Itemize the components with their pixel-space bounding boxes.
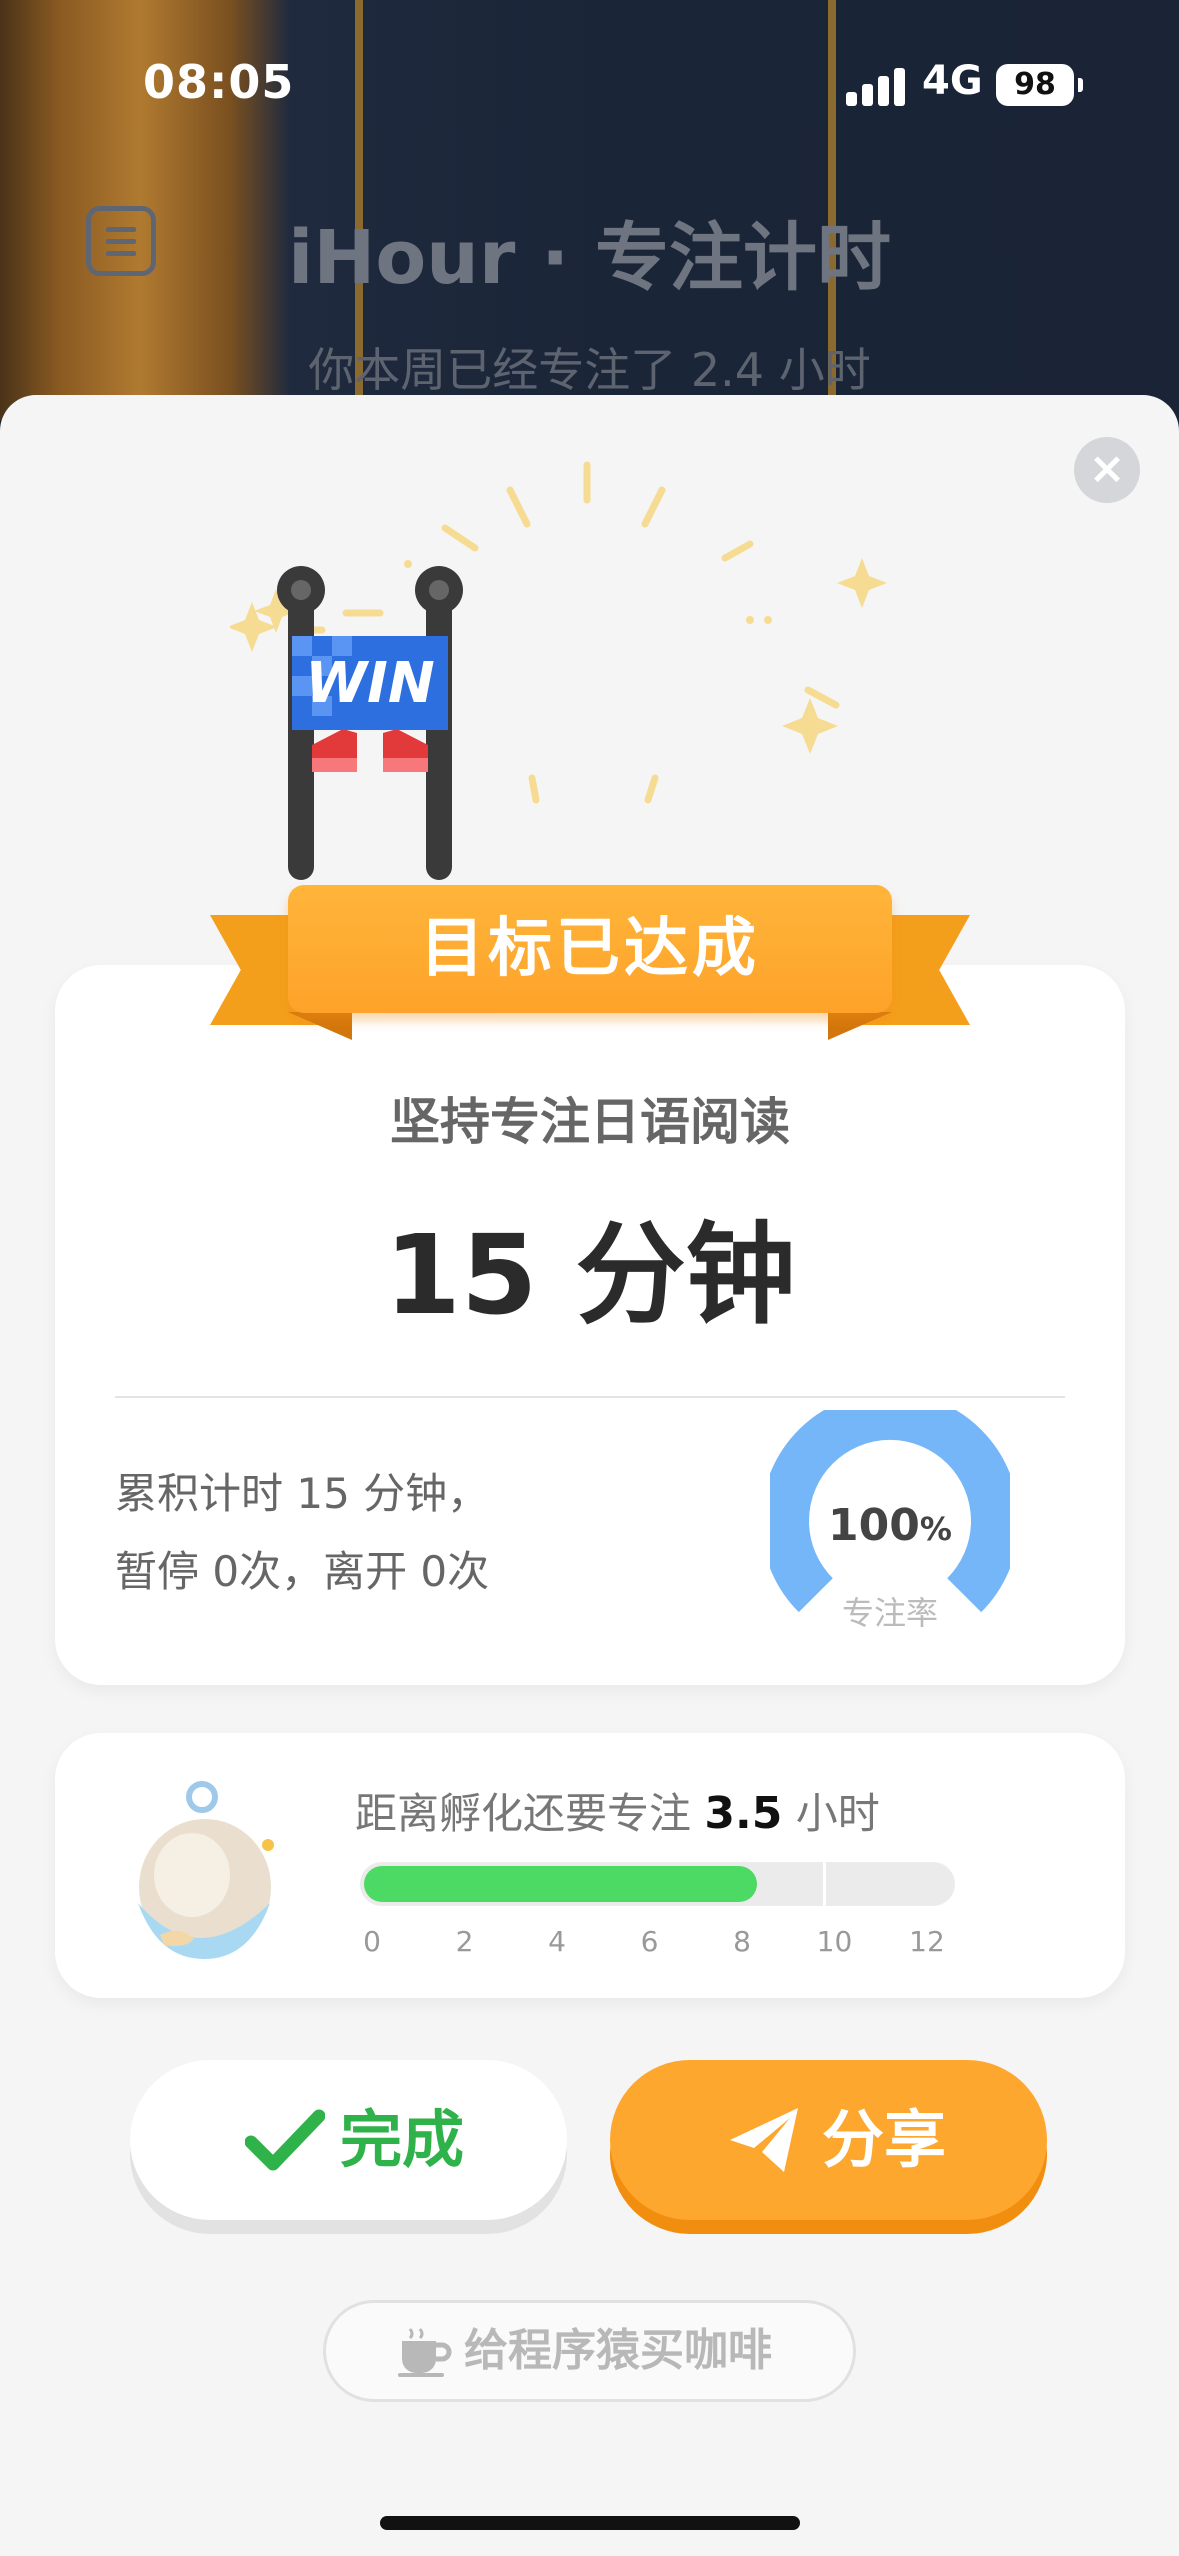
hatch-tick-label: 6 — [640, 1925, 659, 1958]
card-divider — [115, 1396, 1065, 1398]
hatch-tick-label: 2 — [455, 1925, 474, 1958]
status-bar: 08:05 4G 98 — [0, 0, 1179, 170]
battery-indicator: 98 — [996, 64, 1083, 106]
win-trophy-icon: WIN — [230, 461, 887, 880]
done-button[interactable]: 完成 — [130, 2060, 567, 2220]
buy-coffee-button[interactable]: 给程序猿买咖啡 — [323, 2300, 856, 2402]
close-icon: × — [1088, 443, 1126, 494]
task-name: 坚持专注日语阅读 — [390, 1093, 790, 1151]
session-stats: 累积计时 15 分钟， 暂停 0次，离开 0次 — [115, 1455, 489, 1611]
focus-rate-value: 100% — [828, 1500, 952, 1551]
status-time: 08:05 — [143, 55, 295, 109]
goal-achieved-label: 目标已达成 — [288, 885, 892, 1013]
hatch-progress-bar — [360, 1862, 955, 1906]
network-type: 4G — [922, 58, 983, 104]
close-button[interactable]: × — [1074, 437, 1140, 503]
done-label: 完成 — [340, 2103, 465, 2176]
hatch-tick-label: 0 — [363, 1925, 381, 1958]
hatch-tick-label: 4 — [548, 1925, 566, 1958]
buy-coffee-label: 给程序猿买咖啡 — [464, 2325, 772, 2376]
hatch-goal-marker — [822, 1862, 826, 1906]
stats-pauses: 暂停 0次，离开 0次 — [115, 1547, 490, 1596]
hatch-tick-label: 12 — [909, 1925, 945, 1958]
share-button[interactable]: 分享 — [610, 2060, 1047, 2220]
hatch-axis-ticks: 0 2 4 6 8 10 12 — [360, 1925, 980, 1965]
stats-total: 累积计时 15 分钟， — [115, 1469, 490, 1518]
win-banner-text: WIN — [305, 651, 434, 716]
checkmark-icon — [245, 2109, 325, 2171]
coffee-cup-icon — [398, 2328, 452, 2377]
hatch-progress-fill — [364, 1866, 758, 1902]
app-title: iHour · 专注计时 — [288, 215, 891, 301]
home-indicator[interactable] — [380, 2516, 800, 2530]
weekly-summary: 你本周已经专注了 2.4 小时 — [308, 343, 871, 397]
hatch-remaining: 距离孵化还要专注 3.5 小时 — [355, 1788, 880, 1839]
paper-plane-icon — [730, 2108, 798, 2172]
egg-pet-icon — [138, 1781, 274, 1959]
goal-ribbon: 目标已达成 — [210, 880, 970, 1050]
focus-duration: 15 分钟 — [384, 1211, 796, 1339]
hatch-tick-label: 8 — [733, 1925, 751, 1958]
focus-rate-label: 专注率 — [841, 1594, 938, 1632]
share-label: 分享 — [822, 2103, 947, 2176]
signal-icon — [846, 66, 906, 106]
hatch-tick-label: 10 — [816, 1925, 853, 1958]
